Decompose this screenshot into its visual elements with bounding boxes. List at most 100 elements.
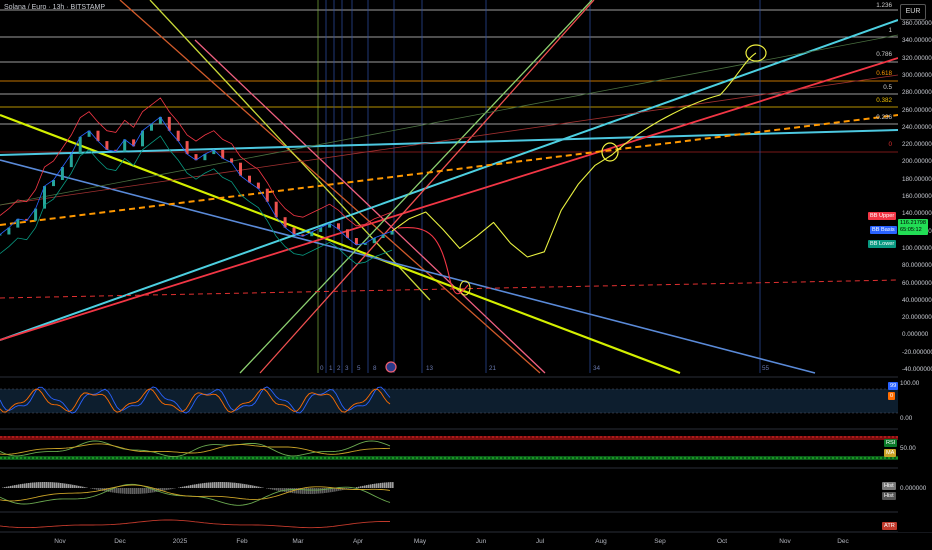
macd-hist-bar [266,488,268,489]
time-tick-label: Sep [654,538,666,545]
macd-hist-bar [48,482,50,488]
fib-label: 1 [888,27,892,34]
macd-hist-bar [30,482,32,488]
rsi-ma-tag: MA [884,449,897,457]
symbol-title[interactable]: Solana / Euro · 13h · BITSTAMP [4,4,105,11]
time-zone-label: 13 [426,365,434,372]
macd-hist-bar [358,486,360,488]
macd-hist-bar [20,484,22,488]
macd-hist-bar [58,482,60,488]
atr-tag: ATR [882,522,897,530]
fib-label: 0 [888,141,892,148]
macd-hist-bar [142,488,144,494]
bollinger-band [0,116,393,246]
macd-hist-bar [212,482,214,488]
macd-hist-bar [60,483,62,488]
price-tick-label: 0.000000 [902,331,929,339]
macd-hist-bar [140,488,142,494]
trendline-orange-dashed [0,114,899,226]
macd-hist-bar [210,482,212,488]
macd-hist-bar [320,488,322,494]
macd-hist-bar [92,488,94,489]
macd-hist-bar [38,482,40,488]
macd-hist-bar [72,484,74,488]
macd-hist-bar [134,488,136,494]
bb-upper-tag: BB Upper [868,212,897,220]
stoch-pane [0,386,898,414]
price-tick-label: 180.000000 [902,175,932,183]
trendline-red-rising [0,57,899,341]
macd-hist-bar [232,482,234,488]
macd-hist-bar [274,488,276,491]
macd-hist-bar [50,482,52,488]
macd-hist-bar [62,483,64,488]
price-tick-label: 340.000000 [902,37,932,45]
macd-hist-bar [64,483,66,488]
macd-hist-bar [196,484,198,488]
macd-hist-tag-2: Hist [882,492,896,500]
macd-hist-bar [384,482,386,488]
time-tick-label: Nov [54,538,66,545]
macd-hist-bar [236,483,238,488]
macd-hist-bar [198,483,200,488]
price-tick-label: 40.000000 [902,296,932,304]
macd-hist-bar [278,488,280,491]
time-tick-label: Aug [595,538,607,545]
price-tick-label: 200.000000 [902,158,932,166]
macd-hist-bar [318,488,320,494]
macd-hist-bar [146,488,148,494]
macd-hist-bar [388,482,390,488]
macd-hist-bar [172,488,174,489]
macd-hist-bar [218,482,220,488]
time-zone-label: 21 [489,365,497,372]
time-tick-label: Feb [236,538,248,545]
macd-hist-bar [222,482,224,488]
macd-hist-bar [74,485,76,488]
macd-hist-bar [244,484,246,488]
macd-hist-bar [312,488,314,494]
time-tick-label: Oct [716,538,728,545]
macd-hist-bar [116,488,118,494]
time-zone-label: 5 [357,365,361,372]
macd-hist-bar [70,484,72,488]
time-zone-label: 34 [593,365,601,372]
macd-hist-bar [26,483,28,488]
macd-hist-bar [276,488,278,491]
macd-hist-bar [96,488,98,490]
macd-hist-bar [378,483,380,488]
macd-hist-bar [148,488,150,493]
alert-icon[interactable] [385,361,397,373]
macd-hist-bar [308,488,310,494]
trendline-red-dashed [0,279,899,299]
time-tick-label: Mar [292,538,304,545]
macd-hist-bar [306,488,308,494]
trendline-orange-diagonal [119,0,541,374]
macd-hist-bar [380,482,382,488]
price-tick-label: 20.000000 [902,314,932,322]
macd-hist-bar [18,484,20,488]
price-chart[interactable] [0,0,932,550]
macd-hist-bar [78,485,80,488]
time-zone-label: 55 [762,365,770,372]
macd-hist-bar [360,486,362,488]
fib-label: 0.5 [883,84,892,91]
macd-hist-bar [348,488,350,489]
stoch-axis-100: 100.00 [900,380,920,387]
macd-hist-bar [132,488,134,494]
macd-hist-tag-1: Hist [882,482,896,490]
time-tick-label: 2025 [172,538,188,545]
price-tick-label: -40.000000 [902,366,932,373]
time-tick-label: Dec [114,538,126,545]
price-tick-label: 140.000000 [902,210,932,218]
trend-lines[interactable] [0,0,899,375]
price-tick-label: 60.000000 [902,279,932,287]
macd-hist-bar [204,482,206,488]
red-projection-curve [397,226,469,295]
currency-button[interactable]: EUR [900,4,926,20]
macd-hist-bar [324,488,326,493]
macd-hist-bar [24,483,26,488]
macd-hist-bar [44,482,46,488]
macd-hist-bar [42,482,44,488]
atr-pane [0,519,390,529]
macd-hist-bar [16,484,18,488]
